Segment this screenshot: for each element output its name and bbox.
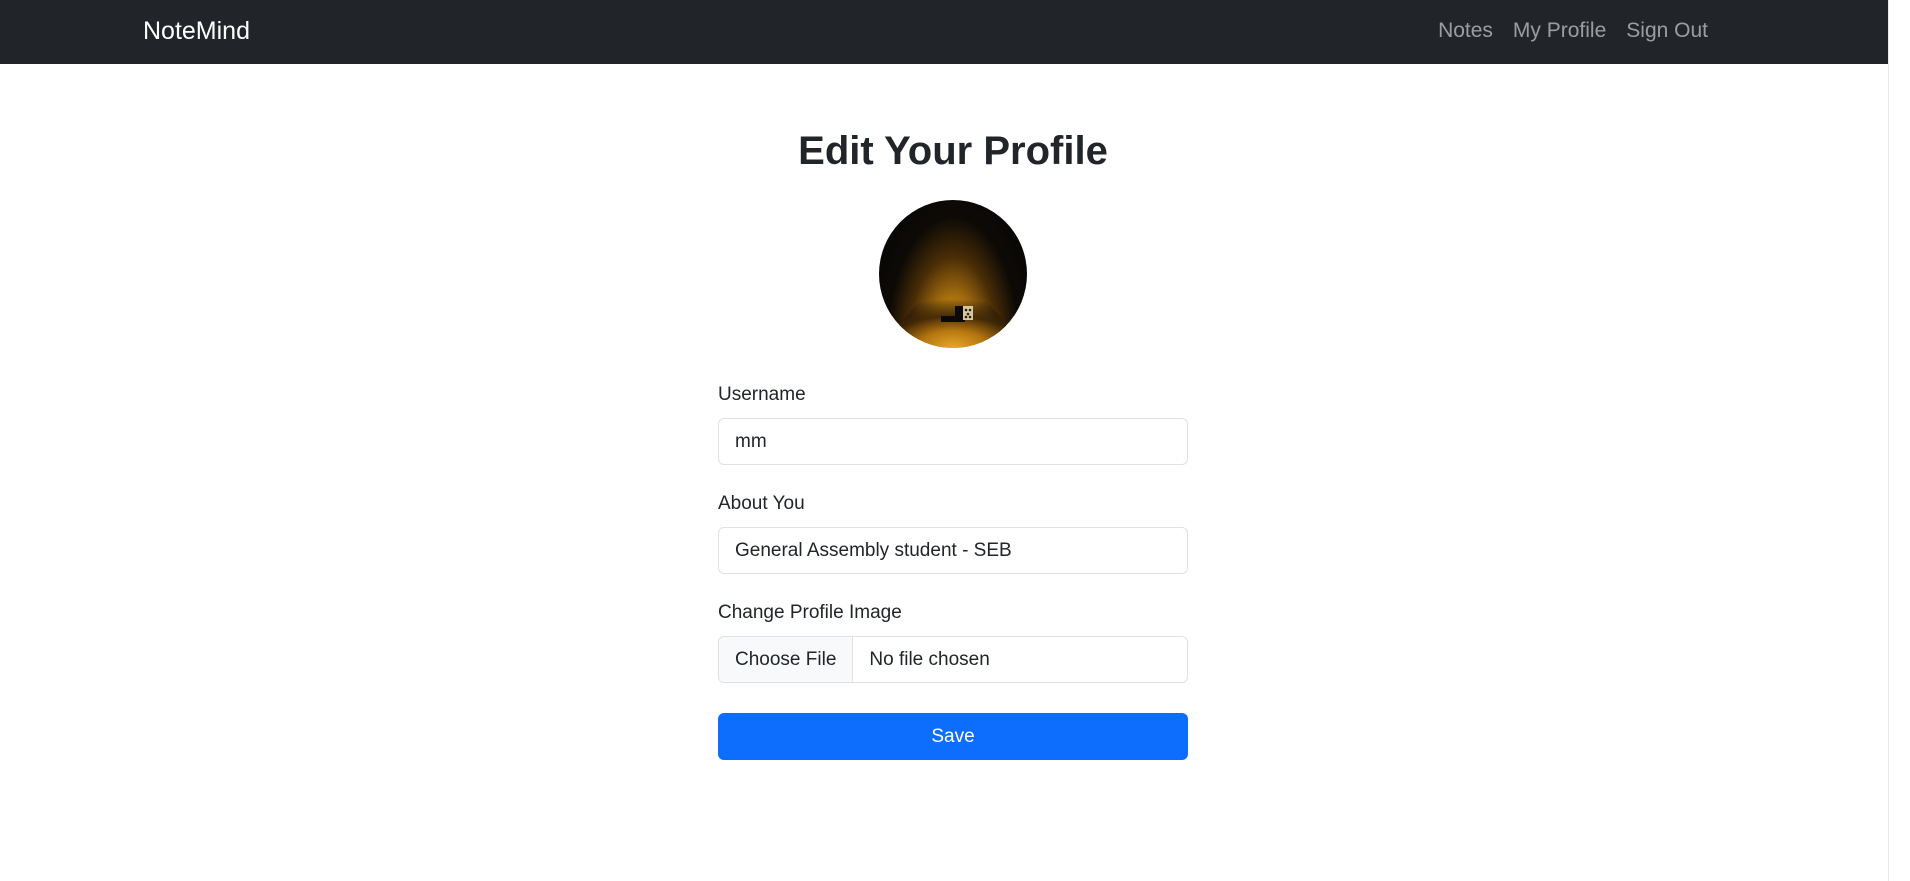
username-field-group: Username — [718, 382, 1188, 465]
about-field-group: About You — [718, 491, 1188, 574]
avatar-image-icon — [879, 278, 1027, 348]
top-navbar: NoteMind Notes My Profile Sign Out — [0, 0, 1888, 64]
brand-link[interactable]: NoteMind — [143, 14, 250, 48]
nav-link-my-profile[interactable]: My Profile — [1503, 16, 1616, 46]
file-status-text: No file chosen — [869, 649, 990, 670]
page-title: Edit Your Profile — [798, 129, 1108, 173]
profile-image-file-input[interactable]: Choose File No file chosen — [718, 636, 1188, 683]
about-label: About You — [718, 493, 805, 514]
nav-links: Notes My Profile Sign Out — [1428, 16, 1718, 46]
save-button[interactable]: Save — [718, 713, 1188, 760]
page: NoteMind Notes My Profile Sign Out Edit … — [0, 0, 1910, 881]
avatar — [879, 200, 1027, 348]
profile-image-label: Change Profile Image — [718, 602, 902, 623]
about-input[interactable] — [718, 527, 1188, 574]
image-field-group: Change Profile Image Choose File No file… — [718, 600, 1188, 683]
nav-link-sign-out[interactable]: Sign Out — [1616, 16, 1718, 46]
nav-link-notes[interactable]: Notes — [1428, 16, 1503, 46]
vertical-scrollbar[interactable] — [1888, 0, 1910, 881]
profile-form-container: Edit Your Profile Username mm About You … — [718, 64, 1188, 760]
username-input[interactable] — [718, 418, 1188, 465]
username-label: Username — [718, 384, 806, 405]
avatar-wrapper — [718, 200, 1188, 348]
choose-file-button[interactable]: Choose File — [719, 637, 854, 682]
